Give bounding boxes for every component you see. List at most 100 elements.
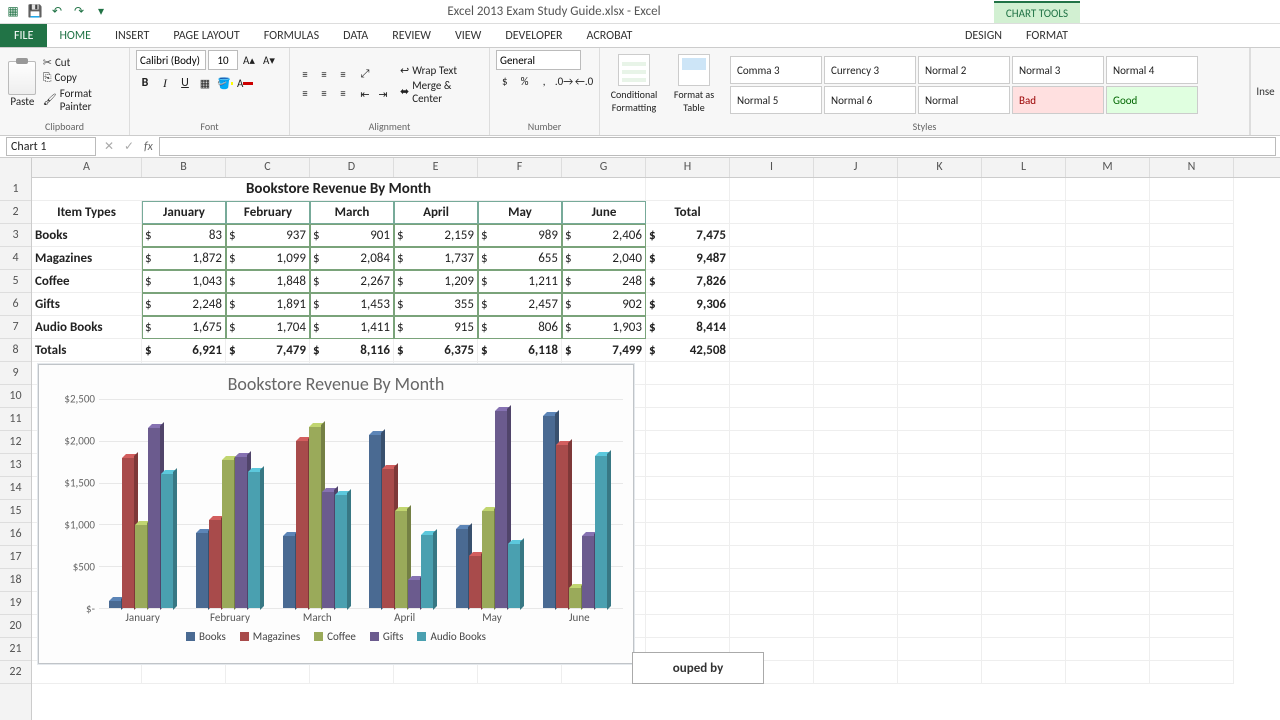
style-normal[interactable]: Normal	[918, 86, 1010, 114]
cell[interactable]	[1066, 316, 1150, 339]
cell[interactable]	[310, 661, 394, 684]
cell[interactable]	[730, 201, 814, 224]
tab-review[interactable]: REVIEW	[380, 24, 443, 47]
cut-button[interactable]: ✂Cut	[43, 56, 123, 69]
data-cell[interactable]: $915	[394, 316, 478, 339]
chart-bar[interactable]	[469, 556, 481, 608]
decrease-font-button[interactable]: A▾	[260, 51, 278, 69]
cell[interactable]	[982, 178, 1066, 201]
save-button[interactable]: 💾	[26, 3, 44, 21]
cell[interactable]	[1150, 201, 1234, 224]
chart-bar[interactable]	[209, 520, 221, 608]
cell[interactable]	[1150, 431, 1234, 454]
col-header-D[interactable]: D	[310, 158, 394, 177]
data-cell[interactable]: $7,479	[226, 339, 310, 362]
chart-bar[interactable]	[235, 457, 247, 608]
data-cell[interactable]: $2,267	[310, 270, 394, 293]
cell[interactable]	[1150, 293, 1234, 316]
data-cell[interactable]: $2,159	[394, 224, 478, 247]
cell[interactable]	[32, 661, 142, 684]
row-label[interactable]: Gifts	[32, 293, 142, 316]
cell[interactable]	[814, 500, 898, 523]
number-format-input[interactable]	[496, 50, 581, 70]
cell[interactable]	[1066, 454, 1150, 477]
cell[interactable]	[898, 454, 982, 477]
tab-view[interactable]: VIEW	[443, 24, 493, 47]
column-headers[interactable]: ABCDEFGHIJKLMN	[32, 158, 1280, 178]
cell[interactable]	[982, 454, 1066, 477]
col-header-M[interactable]: M	[1066, 158, 1150, 177]
insert-cells-partial[interactable]: Inse	[1250, 48, 1280, 135]
data-cell[interactable]: $1,737	[394, 247, 478, 270]
row-header-4[interactable]: 4	[0, 247, 31, 270]
col-header-C[interactable]: C	[226, 158, 310, 177]
col-header-A[interactable]: A	[32, 158, 142, 177]
cell[interactable]	[730, 270, 814, 293]
cell[interactable]	[982, 661, 1066, 684]
cell[interactable]	[898, 431, 982, 454]
cell[interactable]	[814, 201, 898, 224]
cell[interactable]	[898, 661, 982, 684]
chart-bar[interactable]	[569, 588, 581, 608]
data-cell[interactable]: $2,040	[562, 247, 646, 270]
merge-center-button[interactable]: ⬌Merge & Center	[400, 79, 483, 105]
align-top-button[interactable]: ≡	[296, 66, 314, 84]
style-normal6[interactable]: Normal 6	[824, 86, 916, 114]
tab-chart-design[interactable]: DESIGN	[953, 24, 1014, 47]
col-header-F[interactable]: F	[478, 158, 562, 177]
chart-bar[interactable]	[395, 511, 407, 608]
embedded-chart[interactable]: Bookstore Revenue By Month $2,500$2,000$…	[38, 364, 634, 664]
bar-group[interactable]	[456, 411, 522, 608]
data-cell[interactable]: $2,084	[310, 247, 394, 270]
cell[interactable]	[814, 569, 898, 592]
data-cell[interactable]: $2,248	[142, 293, 226, 316]
cell[interactable]	[982, 316, 1066, 339]
data-cell[interactable]: $806	[478, 316, 562, 339]
cell[interactable]	[226, 661, 310, 684]
totals-label[interactable]: Totals	[32, 339, 142, 362]
data-cell[interactable]: $6,921	[142, 339, 226, 362]
cell[interactable]	[982, 615, 1066, 638]
cell[interactable]	[646, 569, 730, 592]
col-header-H[interactable]: H	[646, 158, 730, 177]
cell[interactable]	[814, 316, 898, 339]
legend-item[interactable]: Books	[186, 630, 226, 643]
cell[interactable]	[1066, 661, 1150, 684]
style-good[interactable]: Good	[1106, 86, 1198, 114]
data-cell[interactable]: $1,675	[142, 316, 226, 339]
cell[interactable]	[898, 615, 982, 638]
cell[interactable]	[730, 408, 814, 431]
cell[interactable]	[814, 615, 898, 638]
row-label[interactable]: Coffee	[32, 270, 142, 293]
cell[interactable]	[982, 638, 1066, 661]
paste-button[interactable]: Paste	[6, 61, 39, 108]
cell[interactable]	[730, 546, 814, 569]
chart-bar[interactable]	[495, 411, 507, 608]
cell[interactable]	[1066, 431, 1150, 454]
col-header-E[interactable]: E	[394, 158, 478, 177]
bar-group[interactable]	[196, 457, 262, 608]
font-name-input[interactable]	[136, 50, 206, 70]
chart-bar[interactable]	[595, 456, 607, 608]
data-cell[interactable]: $2,457	[478, 293, 562, 316]
chart-bar[interactable]	[582, 536, 594, 608]
cell[interactable]	[730, 178, 814, 201]
chart-legend[interactable]: BooksMagazinesCoffeeGiftsAudio Books	[39, 630, 633, 643]
cell[interactable]	[1066, 546, 1150, 569]
cell[interactable]	[1066, 500, 1150, 523]
data-cell[interactable]: $9,306	[646, 293, 730, 316]
cell[interactable]	[1066, 638, 1150, 661]
style-normal5[interactable]: Normal 5	[730, 86, 822, 114]
cell[interactable]	[646, 408, 730, 431]
chart-bar[interactable]	[482, 511, 494, 608]
cell[interactable]	[1150, 546, 1234, 569]
row-header-6[interactable]: 6	[0, 293, 31, 316]
data-cell[interactable]: $42,508	[646, 339, 730, 362]
cell[interactable]	[898, 546, 982, 569]
cell[interactable]	[1066, 339, 1150, 362]
borders-button[interactable]: ▦	[196, 74, 214, 92]
style-comma3[interactable]: Comma 3	[730, 56, 822, 84]
wrap-text-button[interactable]: ↩Wrap Text	[400, 64, 483, 77]
cell[interactable]	[730, 224, 814, 247]
table-header[interactable]: Total	[646, 201, 730, 224]
